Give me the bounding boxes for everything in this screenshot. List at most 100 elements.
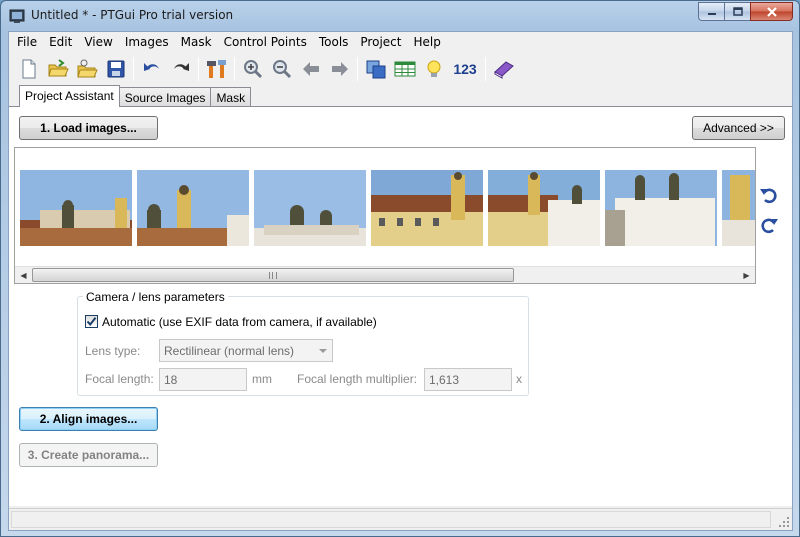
thumbnail-image[interactable] <box>371 170 483 246</box>
status-bar <box>9 508 792 530</box>
horizontal-scrollbar[interactable]: ◀ ▶ <box>15 266 755 283</box>
toolbar-separator <box>198 57 199 81</box>
title-bar[interactable]: Untitled * - PTGui Pro trial version <box>1 1 799 31</box>
scrollbar-thumb[interactable] <box>32 268 514 282</box>
toolbar-separator <box>485 57 486 81</box>
tab-source-images[interactable]: Source Images <box>118 87 212 107</box>
checkmark-icon <box>86 317 97 327</box>
image-strip[interactable]: ◀ ▶ <box>14 147 756 284</box>
lightbulb-icon <box>427 60 440 77</box>
lens-type-select[interactable]: Rectilinear (normal lens) <box>159 339 333 362</box>
back-button[interactable] <box>296 55 325 84</box>
focal-length-label: Focal length: <box>85 372 154 386</box>
scroll-left-button[interactable]: ◀ <box>15 267 32 283</box>
toolbar-separator <box>357 57 358 81</box>
menu-project[interactable]: Project <box>354 32 407 52</box>
multiplier-label: Focal length multiplier: <box>297 372 418 386</box>
app-window: Untitled * - PTGui Pro trial version Fil… <box>0 0 800 537</box>
menu-mask[interactable]: Mask <box>175 32 218 52</box>
menu-view[interactable]: View <box>78 32 118 52</box>
table-icon <box>394 61 415 77</box>
window-title: Untitled * - PTGui Pro trial version <box>31 8 234 22</box>
tab-bar: Project Assistant Source Images Mask <box>19 85 252 107</box>
menu-edit[interactable]: Edit <box>43 32 78 52</box>
redo-button[interactable] <box>166 55 195 84</box>
create-panorama-button[interactable]: 3. Create panorama... <box>19 443 158 467</box>
undo-button[interactable] <box>137 55 166 84</box>
status-text-area <box>11 511 771 528</box>
menu-file[interactable]: File <box>11 32 43 52</box>
menu-tools[interactable]: Tools <box>313 32 355 52</box>
control-points-table-button[interactable] <box>390 55 419 84</box>
numbering-button[interactable]: 123 <box>448 55 482 84</box>
thumbnail-image[interactable] <box>20 170 132 246</box>
multiplier-value: 1,613 <box>429 373 460 387</box>
rotate-right-icon[interactable] <box>759 215 779 235</box>
tab-mask[interactable]: Mask <box>210 87 252 107</box>
menu-control-points[interactable]: Control Points <box>218 32 313 52</box>
project-assistant-panel: 1. Load images... Advanced >> ◀ ▶ Camera… <box>9 106 792 506</box>
lens-type-value: Rectilinear (normal lens) <box>164 344 295 358</box>
save-icon <box>107 60 124 78</box>
minimize-button[interactable] <box>698 2 724 21</box>
help-book-icon <box>493 61 514 79</box>
menu-images[interactable]: Images <box>119 32 175 52</box>
panorama-editor-button[interactable] <box>361 55 390 84</box>
tools-icon <box>206 60 226 78</box>
save-button[interactable] <box>101 55 130 84</box>
open-folder-icon <box>47 59 69 77</box>
resize-grip-icon[interactable] <box>778 516 790 528</box>
chevron-down-icon <box>319 349 327 353</box>
zoom-out-button[interactable] <box>267 55 296 84</box>
lens-type-label: Lens type: <box>85 344 141 358</box>
maximize-button[interactable] <box>724 2 750 21</box>
advanced-button[interactable]: Advanced >> <box>692 116 785 140</box>
focal-length-value: 18 <box>164 373 178 387</box>
panorama-editor-icon <box>366 60 385 79</box>
help-button[interactable] <box>489 55 518 84</box>
close-icon <box>766 6 777 17</box>
tips-button[interactable] <box>419 55 448 84</box>
tools-button[interactable] <box>202 55 231 84</box>
open-button[interactable] <box>43 55 72 84</box>
align-images-button[interactable]: 2. Align images... <box>19 407 158 431</box>
automatic-exif-checkbox[interactable] <box>85 315 98 328</box>
thumbnail-image[interactable] <box>137 170 249 246</box>
maximize-icon <box>732 6 743 16</box>
zoom-in-icon <box>243 60 262 79</box>
forward-arrow-icon <box>331 62 348 76</box>
redo-icon <box>173 63 189 71</box>
multiplier-field[interactable]: 1,613 <box>424 368 512 391</box>
minimize-icon <box>707 12 716 15</box>
thumbnail-image[interactable] <box>254 170 366 246</box>
scroll-right-button[interactable]: ▶ <box>738 267 755 283</box>
client-area: File Edit View Images Mask Control Point… <box>8 31 793 531</box>
window-controls <box>698 2 793 21</box>
tab-project-assistant[interactable]: Project Assistant <box>19 85 120 107</box>
menu-bar: File Edit View Images Mask Control Point… <box>9 32 792 52</box>
automatic-exif-label[interactable]: Automatic (use EXIF data from camera, if… <box>102 315 377 329</box>
focal-length-unit: mm <box>252 372 272 386</box>
focal-length-field[interactable]: 18 <box>159 368 247 391</box>
menu-help[interactable]: Help <box>407 32 446 52</box>
thumbnail-image[interactable] <box>722 170 755 246</box>
open-recent-icon <box>76 59 98 78</box>
load-images-button[interactable]: 1. Load images... <box>19 116 158 140</box>
toolbar: 123 <box>9 53 792 85</box>
scrollbar-grip-icon <box>269 272 277 279</box>
thumbnail-image[interactable] <box>605 170 717 246</box>
close-button[interactable] <box>750 2 793 21</box>
app-icon[interactable] <box>9 8 25 24</box>
thumbnail-image[interactable] <box>488 170 600 246</box>
new-button[interactable] <box>14 55 43 84</box>
new-document-icon <box>22 59 35 79</box>
camera-lens-group-title: Camera / lens parameters <box>83 290 228 304</box>
toolbar-separator <box>234 57 235 81</box>
rotate-left-icon[interactable] <box>759 185 779 205</box>
zoom-in-button[interactable] <box>238 55 267 84</box>
open-recent-button[interactable] <box>72 55 101 84</box>
forward-button[interactable] <box>325 55 354 84</box>
multiplier-unit: x <box>516 372 522 386</box>
back-arrow-icon <box>302 62 319 76</box>
zoom-out-icon <box>272 60 291 79</box>
